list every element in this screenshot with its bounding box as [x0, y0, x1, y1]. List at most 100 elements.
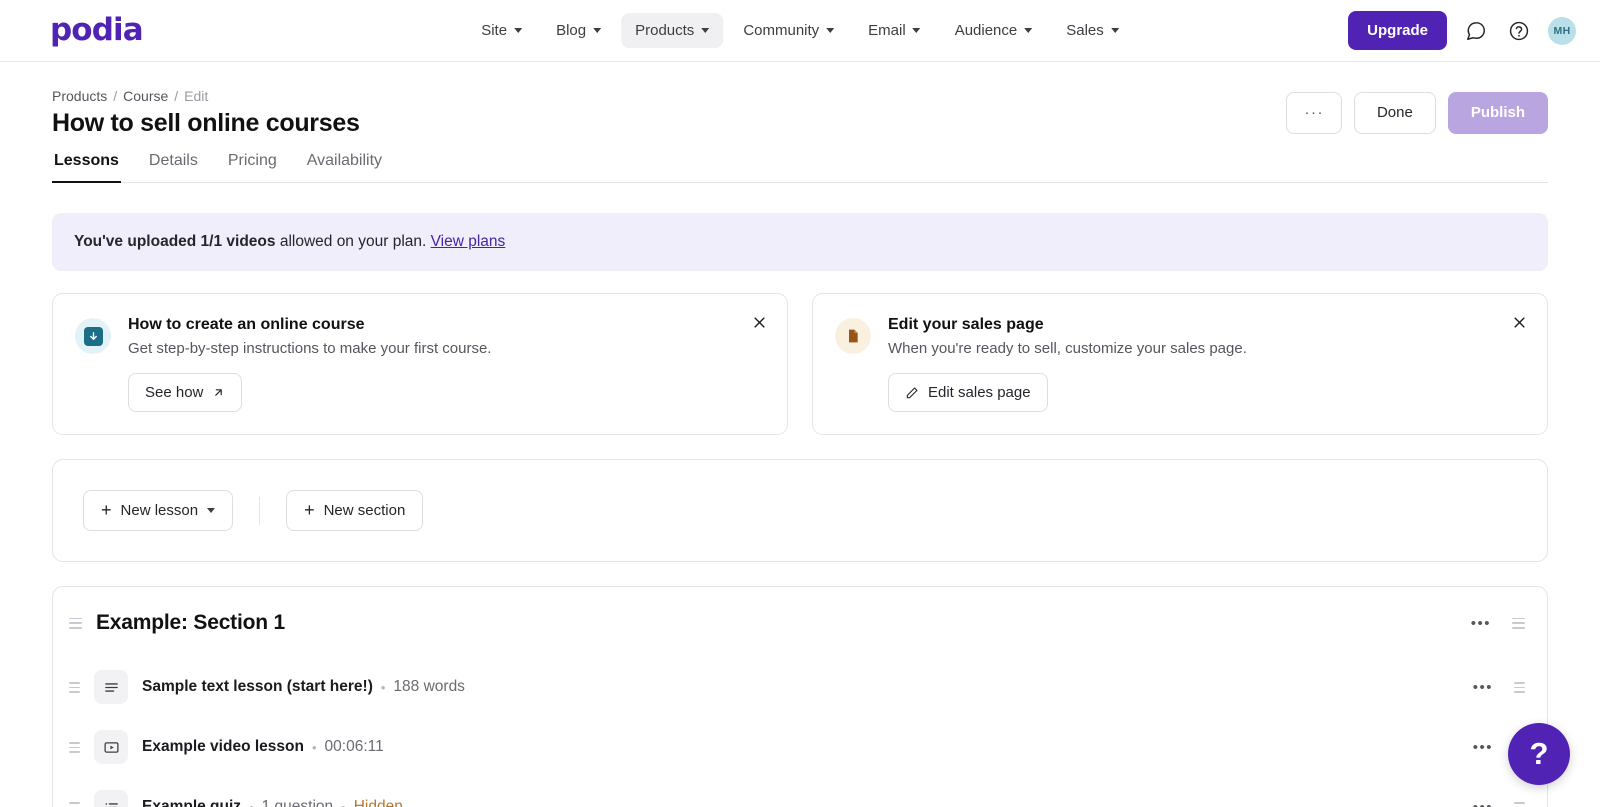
lesson-toolbar: + New lesson + New section — [53, 460, 1547, 561]
product-tabs: Lessons Details Pricing Availability — [52, 152, 1548, 183]
lesson-meta: 188 words — [393, 678, 465, 696]
promo-card-desc: When you're ready to sell, customize you… — [888, 339, 1247, 359]
promo-card-body: How to create an online course Get step-… — [128, 316, 491, 412]
page-header-actions: ··· Done Publish — [1286, 88, 1548, 134]
lesson-more-options-icon[interactable]: ••• — [1473, 680, 1493, 695]
chevron-down-icon — [826, 28, 834, 33]
edit-sales-page-label: Edit sales page — [928, 384, 1031, 401]
separator-dot: • — [249, 800, 254, 807]
chat-bubble-icon[interactable] — [1462, 17, 1490, 45]
banner-rest-text: allowed on your plan. — [276, 233, 431, 250]
promo-card-title: Edit your sales page — [888, 316, 1247, 334]
drag-handle-icon[interactable] — [69, 682, 80, 693]
section-actions: ••• — [1471, 616, 1525, 631]
help-question-icon[interactable]: ? — [1508, 723, 1570, 785]
document-glyph — [845, 328, 861, 344]
breadcrumb-products[interactable]: Products — [52, 88, 107, 104]
nav-label: Email — [868, 22, 906, 39]
promo-cards: How to create an online course Get step-… — [52, 293, 1548, 435]
lesson-row-actions: ••• — [1473, 800, 1525, 807]
tab-pricing[interactable]: Pricing — [226, 152, 279, 183]
more-options-button[interactable]: ··· — [1286, 92, 1342, 134]
new-section-button[interactable]: + New section — [286, 490, 423, 531]
section-title: Example: Section 1 — [96, 611, 285, 635]
lesson-more-options-icon[interactable]: ••• — [1473, 800, 1493, 807]
nav-item-blog[interactable]: Blog — [542, 13, 615, 48]
lesson-drag-handle-icon[interactable] — [1514, 682, 1525, 693]
drag-handle-icon[interactable] — [69, 618, 82, 629]
question-circle-icon[interactable] — [1505, 17, 1533, 45]
new-lesson-label: New lesson — [121, 502, 199, 519]
new-section-label: New section — [324, 502, 406, 519]
lesson-name: Sample text lesson (start here!) — [142, 678, 373, 696]
quiz-lesson-icon — [94, 790, 128, 807]
tab-details[interactable]: Details — [147, 152, 200, 183]
video-quota-banner: You've uploaded 1/1 videos allowed on yo… — [52, 213, 1548, 271]
lesson-name: Example video lesson — [142, 738, 304, 756]
lesson-text: Sample text lesson (start here!) • 188 w… — [142, 678, 465, 696]
lesson-toolbar-panel: + New lesson + New section — [52, 459, 1548, 562]
new-lesson-button[interactable]: + New lesson — [83, 490, 233, 531]
chevron-down-icon — [514, 28, 522, 33]
see-how-button[interactable]: See how — [128, 373, 242, 412]
nav-label: Products — [635, 22, 694, 39]
lesson-text: Example quiz • 1 question • Hidden — [142, 798, 403, 807]
status-badge: Hidden — [354, 798, 403, 807]
lesson-row-actions: ••• — [1473, 680, 1525, 695]
top-navigation-bar: podia Site Blog Products Community Email… — [0, 0, 1600, 62]
lesson-row-text[interactable]: Sample text lesson (start here!) • 188 w… — [53, 657, 1547, 717]
nav-item-email[interactable]: Email — [854, 13, 935, 48]
tab-lessons[interactable]: Lessons — [52, 152, 121, 183]
plus-icon: + — [101, 501, 112, 519]
course-section-panel: Example: Section 1 ••• Sample text lesso… — [52, 586, 1548, 807]
chevron-down-icon — [593, 28, 601, 33]
nav-label: Blog — [556, 22, 586, 39]
breadcrumb-course[interactable]: Course — [123, 88, 168, 104]
chevron-down-icon — [1111, 28, 1119, 33]
tab-availability[interactable]: Availability — [305, 152, 384, 183]
page-title: How to sell online courses — [52, 109, 360, 138]
breadcrumb-edit: Edit — [184, 88, 208, 104]
drag-handle-icon[interactable] — [69, 802, 80, 807]
lesson-more-options-icon[interactable]: ••• — [1473, 740, 1493, 755]
lesson-meta: 1 question — [262, 798, 334, 807]
drag-handle-icon[interactable] — [69, 742, 80, 753]
view-plans-link[interactable]: View plans — [431, 233, 506, 250]
promo-card-title: How to create an online course — [128, 316, 491, 334]
nav-item-products[interactable]: Products — [621, 13, 723, 48]
chevron-down-icon — [207, 508, 215, 513]
topbar-right-actions: Upgrade MH — [1348, 11, 1576, 50]
breadcrumb-separator: / — [113, 88, 117, 104]
section-more-options-icon[interactable]: ••• — [1471, 616, 1491, 631]
separator-dot: • — [381, 680, 386, 695]
lesson-drag-handle-icon[interactable] — [1514, 802, 1525, 807]
nav-label: Site — [481, 22, 507, 39]
nav-item-community[interactable]: Community — [729, 13, 848, 48]
lesson-text: Example video lesson • 00:06:11 — [142, 738, 384, 756]
page-content: Products / Course / Edit How to sell onl… — [0, 62, 1600, 807]
toolbar-divider — [259, 497, 260, 525]
nav-label: Audience — [955, 22, 1018, 39]
nav-item-audience[interactable]: Audience — [941, 13, 1047, 48]
page-header: Products / Course / Edit How to sell onl… — [52, 62, 1548, 138]
breadcrumb-separator: / — [174, 88, 178, 104]
document-icon — [835, 318, 871, 354]
lesson-row-quiz[interactable]: Example quiz • 1 question • Hidden ••• — [53, 777, 1547, 807]
edit-sales-page-button[interactable]: Edit sales page — [888, 373, 1048, 412]
avatar[interactable]: MH — [1548, 17, 1576, 45]
promo-card-body: Edit your sales page When you're ready t… — [888, 316, 1247, 412]
lesson-row-video[interactable]: Example video lesson • 00:06:11 ••• — [53, 717, 1547, 777]
nav-item-site[interactable]: Site — [467, 13, 536, 48]
publish-button[interactable]: Publish — [1448, 92, 1548, 134]
chevron-down-icon — [701, 28, 709, 33]
nav-item-sales[interactable]: Sales — [1052, 13, 1133, 48]
promo-card-sales-page: Edit your sales page When you're ready t… — [812, 293, 1548, 435]
podia-logo[interactable]: podia — [50, 15, 143, 46]
promo-card-desc: Get step-by-step instructions to make yo… — [128, 339, 491, 359]
section-drag-handle-icon[interactable] — [1512, 618, 1525, 629]
close-icon[interactable] — [749, 312, 769, 332]
promo-card-create-course: How to create an online course Get step-… — [52, 293, 788, 435]
close-icon[interactable] — [1509, 312, 1529, 332]
done-button[interactable]: Done — [1354, 92, 1436, 134]
upgrade-button[interactable]: Upgrade — [1348, 11, 1447, 50]
